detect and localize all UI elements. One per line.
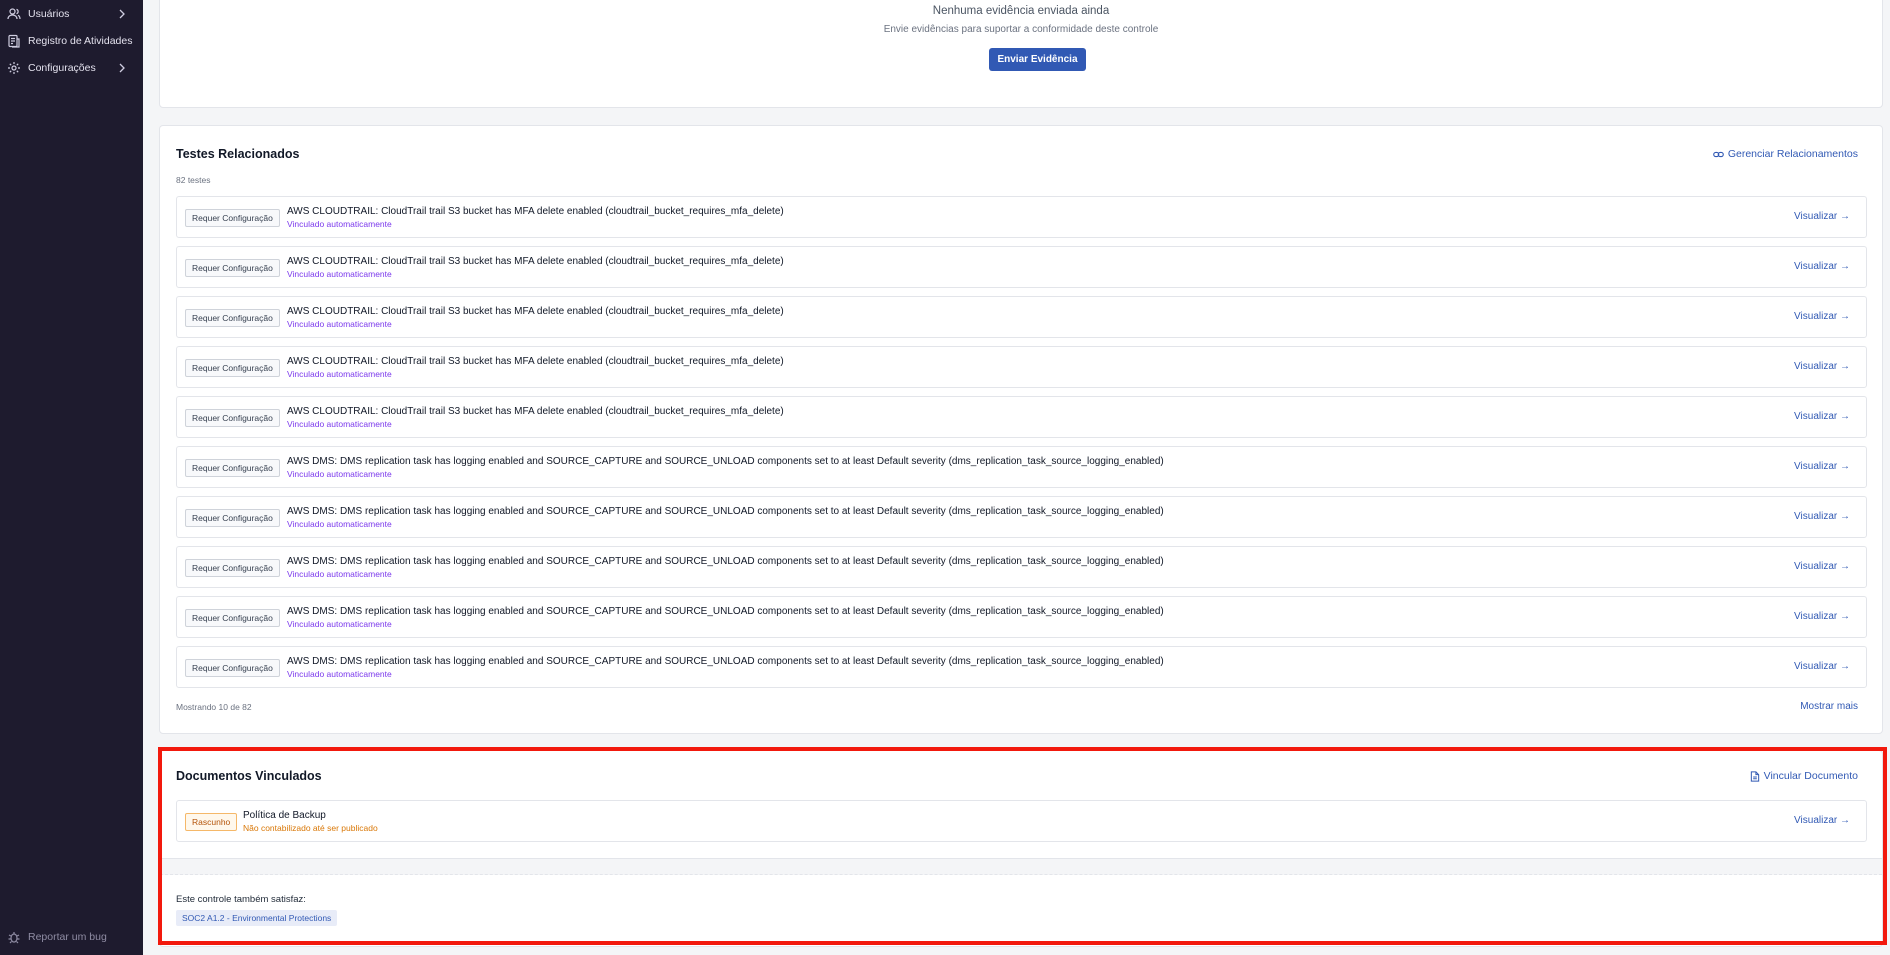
- view-test-link[interactable]: Visualizar →: [1794, 261, 1850, 272]
- sidebar-item-label: Registro de Atividades: [28, 35, 133, 47]
- draft-badge: Rascunho: [185, 813, 238, 831]
- requires-configuration-badge: Requer Configuração: [185, 459, 280, 477]
- sidebar-item-label: Configurações: [28, 62, 96, 74]
- test-title: AWS CLOUDTRAIL: CloudTrail trail S3 buck…: [287, 256, 784, 267]
- related-tests-title: Testes Relacionados: [176, 147, 300, 161]
- view-test-link[interactable]: Visualizar →: [1794, 361, 1850, 372]
- test-row[interactable]: Requer Configuração AWS DMS: DMS replicat…: [176, 446, 1867, 488]
- test-title: AWS DMS: DMS replication task has loggin…: [287, 606, 1164, 617]
- auto-linked-label: Vinculado automaticamente: [287, 319, 392, 329]
- report-bug-label: Reportar um bug: [28, 931, 107, 943]
- document-row[interactable]: Rascunho Política de Backup Não contabil…: [176, 800, 1867, 842]
- link-document-link[interactable]: Vincular Documento: [1750, 770, 1858, 782]
- test-title: AWS DMS: DMS replication task has loggin…: [287, 656, 1164, 667]
- requires-configuration-badge: Requer Configuração: [185, 609, 280, 627]
- sidebar-item-settings[interactable]: Configurações: [0, 55, 143, 81]
- linked-documents-title: Documentos Vinculados: [176, 769, 322, 783]
- view-document-link[interactable]: Visualizar →: [1794, 815, 1850, 826]
- test-row[interactable]: Requer Configuração AWS CLOUDTRAIL: Cloud…: [176, 396, 1867, 438]
- evidence-card: Nenhuma evidência enviada ainda Envie ev…: [159, 0, 1883, 108]
- view-test-link[interactable]: Visualizar →: [1794, 661, 1850, 672]
- view-test-link[interactable]: Visualizar →: [1794, 511, 1850, 522]
- upload-evidence-button[interactable]: Enviar Evidência: [989, 48, 1086, 71]
- linked-documents-card: Documentos Vinculados Vincular Documento…: [159, 750, 1883, 947]
- evidence-empty-subtitle: Envie evidências para suportar a conform…: [883, 24, 1159, 35]
- tests-count: 82 testes: [176, 175, 211, 185]
- users-icon: [7, 7, 21, 21]
- test-title: AWS CLOUDTRAIL: CloudTrail trail S3 buck…: [287, 206, 784, 217]
- test-row[interactable]: Requer Configuração AWS DMS: DMS replicat…: [176, 646, 1867, 688]
- test-row[interactable]: Requer Configuração AWS CLOUDTRAIL: Cloud…: [176, 196, 1867, 238]
- link-document-label: Vincular Documento: [1763, 770, 1858, 782]
- also-satisfies-label: Este controle também satisfaz:: [176, 894, 306, 905]
- view-test-link[interactable]: Visualizar →: [1794, 211, 1850, 222]
- auto-linked-label: Vinculado automaticamente: [287, 269, 392, 279]
- chevron-right-icon: [117, 62, 127, 74]
- view-test-link[interactable]: Visualizar →: [1794, 461, 1850, 472]
- requires-configuration-badge: Requer Configuração: [185, 659, 280, 677]
- chevron-right-icon: [117, 8, 127, 20]
- sidebar-item-users[interactable]: Usuários: [0, 1, 143, 27]
- auto-linked-label: Vinculado automaticamente: [287, 619, 392, 629]
- test-row[interactable]: Requer Configuração AWS DMS: DMS replicat…: [176, 546, 1867, 588]
- framework-chip[interactable]: SOC2 A1.2 - Environmental Protections: [176, 910, 338, 926]
- view-test-link[interactable]: Visualizar →: [1794, 611, 1850, 622]
- test-row[interactable]: Requer Configuração AWS CLOUDTRAIL: Cloud…: [176, 346, 1867, 388]
- activity-log-icon: [7, 34, 21, 48]
- auto-linked-label: Vinculado automaticamente: [287, 569, 392, 579]
- test-title: AWS DMS: DMS replication task has loggin…: [287, 506, 1164, 517]
- requires-configuration-badge: Requer Configuração: [185, 409, 280, 427]
- report-bug-link[interactable]: Reportar um bug: [0, 925, 143, 949]
- manage-relationships-link[interactable]: Gerenciar Relacionamentos: [1713, 148, 1858, 160]
- test-row[interactable]: Requer Configuração AWS DMS: DMS replicat…: [176, 596, 1867, 638]
- main-content: Nenhuma evidência enviada ainda Envie ev…: [143, 0, 1890, 955]
- auto-linked-label: Vinculado automaticamente: [287, 369, 392, 379]
- view-test-link[interactable]: Visualizar →: [1794, 411, 1850, 422]
- requires-configuration-badge: Requer Configuração: [185, 559, 280, 577]
- section-divider: [160, 858, 1882, 875]
- auto-linked-label: Vinculado automaticamente: [287, 469, 392, 479]
- related-tests-card: Testes Relacionados Gerenciar Relacionam…: [159, 125, 1883, 734]
- requires-configuration-badge: Requer Configuração: [185, 359, 280, 377]
- show-more-link[interactable]: Mostrar mais: [1800, 701, 1858, 712]
- test-title: AWS DMS: DMS replication task has loggin…: [287, 456, 1164, 467]
- gear-icon: [7, 61, 21, 75]
- auto-linked-label: Vinculado automaticamente: [287, 419, 392, 429]
- test-title: AWS CLOUDTRAIL: CloudTrail trail S3 buck…: [287, 356, 784, 367]
- requires-configuration-badge: Requer Configuração: [185, 259, 280, 277]
- document-status-note: Não contabilizado até ser publicado: [243, 823, 378, 833]
- auto-linked-label: Vinculado automaticamente: [287, 519, 392, 529]
- requires-configuration-badge: Requer Configuração: [185, 309, 280, 327]
- view-test-link[interactable]: Visualizar →: [1794, 561, 1850, 572]
- sidebar: Usuários Registro de Atividades Configur…: [0, 0, 143, 955]
- sidebar-item-activity-log[interactable]: Registro de Atividades: [0, 28, 143, 54]
- test-row[interactable]: Requer Configuração AWS CLOUDTRAIL: Cloud…: [176, 246, 1867, 288]
- test-row[interactable]: Requer Configuração AWS CLOUDTRAIL: Cloud…: [176, 296, 1867, 338]
- link-icon: [1713, 149, 1724, 160]
- test-title: AWS CLOUDTRAIL: CloudTrail trail S3 buck…: [287, 406, 784, 417]
- test-title: AWS DMS: DMS replication task has loggin…: [287, 556, 1164, 567]
- auto-linked-label: Vinculado automaticamente: [287, 219, 392, 229]
- requires-configuration-badge: Requer Configuração: [185, 209, 280, 227]
- manage-relationships-label: Gerenciar Relacionamentos: [1727, 148, 1858, 160]
- view-test-link[interactable]: Visualizar →: [1794, 311, 1850, 322]
- requires-configuration-badge: Requer Configuração: [185, 509, 280, 527]
- sidebar-item-label: Usuários: [28, 8, 70, 20]
- test-title: AWS CLOUDTRAIL: CloudTrail trail S3 buck…: [287, 306, 784, 317]
- pagination-info: Mostrando 10 de 82: [176, 702, 252, 712]
- auto-linked-label: Vinculado automaticamente: [287, 669, 392, 679]
- evidence-empty-title: Nenhuma evidência enviada ainda: [932, 5, 1110, 17]
- bug-icon: [7, 930, 21, 944]
- test-row[interactable]: Requer Configuração AWS DMS: DMS replicat…: [176, 496, 1867, 538]
- document-title: Política de Backup: [243, 810, 326, 821]
- document-icon: [1750, 770, 1760, 782]
